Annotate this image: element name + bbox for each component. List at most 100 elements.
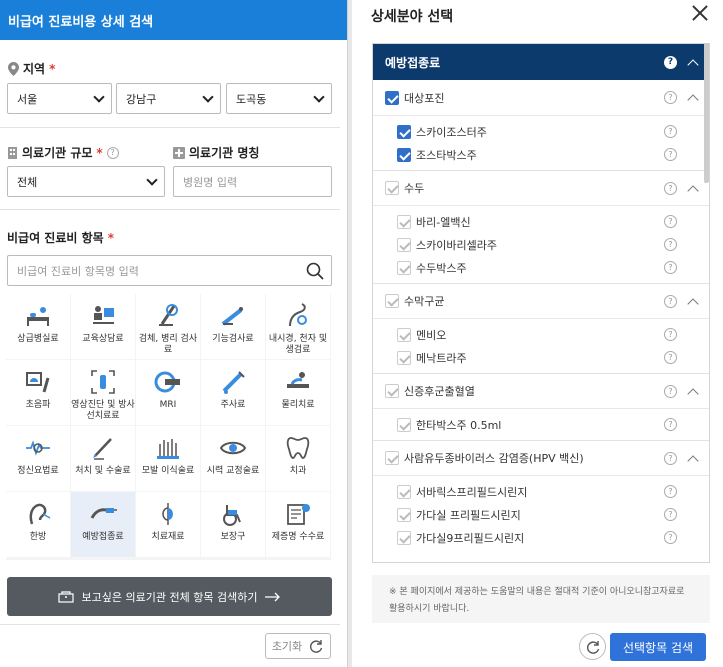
child-row[interactable]: 스카이바리셀라주?	[373, 233, 709, 256]
help-icon[interactable]: ?	[664, 215, 677, 228]
consult-icon	[93, 306, 114, 324]
category-label: 시력 교정술료	[206, 466, 260, 476]
child-row[interactable]: 메낙트라주?	[373, 346, 709, 369]
help-icon[interactable]: ?	[664, 451, 677, 465]
checkbox[interactable]	[385, 90, 399, 105]
help-icon[interactable]: ?	[664, 91, 677, 104]
help-icon[interactable]: ?	[664, 508, 677, 521]
checkbox[interactable]	[397, 260, 411, 275]
category-device[interactable]: 보장구	[201, 492, 265, 557]
child-row[interactable]: 가다실 프리필드시린지?	[373, 503, 709, 526]
category-psychotherapy[interactable]: 정신요법료	[6, 426, 70, 491]
help-icon[interactable]: ?	[664, 485, 677, 498]
category-lab[interactable]: 검체, 병리 검사료	[136, 294, 200, 359]
help-icon[interactable]: ?	[664, 351, 677, 364]
help-icon[interactable]: ?	[106, 146, 119, 159]
group-row[interactable]: 사람유두종바이러스 감염증(HPV 백신)?	[373, 440, 709, 475]
help-icon[interactable]: ?	[664, 261, 677, 274]
checkbox[interactable]	[397, 237, 411, 252]
search-all-button[interactable]: 보고싶은 의료기관 전체 항목 검색하기	[7, 577, 332, 616]
category-hair[interactable]: 모발 이식술료	[136, 426, 200, 491]
checkbox[interactable]	[397, 507, 411, 522]
category-label: 치료재료	[151, 532, 185, 542]
category-dental[interactable]: 치과	[266, 426, 330, 491]
child-label-text: 수두박스주	[416, 261, 467, 275]
close-icon[interactable]	[692, 5, 708, 21]
chevron-up-icon[interactable]	[687, 297, 699, 310]
group-row[interactable]: 수막구균?	[373, 283, 709, 318]
dong-select[interactable]: 도곡동	[226, 83, 332, 114]
checkbox[interactable]	[397, 327, 411, 342]
help-icon[interactable]: ?	[664, 418, 677, 431]
chevron-up-icon[interactable]	[687, 454, 699, 467]
category-vaccine[interactable]: 예방접종료	[71, 492, 135, 557]
group-row[interactable]: 수두?	[373, 170, 709, 205]
help-icon[interactable]: ?	[664, 125, 677, 138]
help-icon[interactable]: ?	[664, 531, 677, 544]
hospital-name-input[interactable]: 병원명 입력	[173, 166, 332, 197]
search-icon[interactable]	[306, 262, 324, 280]
sigungu-select[interactable]: 강남구	[116, 83, 221, 114]
category-material[interactable]: 치료재료	[136, 492, 200, 557]
checkbox[interactable]	[397, 124, 411, 139]
sido-value: 서울	[17, 92, 38, 106]
category-mri[interactable]: MRI	[136, 360, 200, 425]
category-imaging[interactable]: 영상진단 및 방사선치료료	[71, 360, 135, 425]
category-physio[interactable]: 물리치료	[266, 360, 330, 425]
category-syringe[interactable]: 주사료	[201, 360, 265, 425]
help-icon[interactable]: ?	[664, 181, 677, 195]
child-row[interactable]: 바리-엘백신?	[373, 210, 709, 233]
category-bed[interactable]: 상급병실료	[6, 294, 70, 359]
category-oriental[interactable]: 한방	[6, 492, 70, 557]
detail-head[interactable]: 예방접종료 ?	[373, 44, 709, 80]
item-search-input[interactable]: 비급여 진료비 항목명 입력	[7, 255, 332, 286]
help-icon[interactable]: ?	[664, 384, 677, 398]
checkbox[interactable]	[397, 214, 411, 229]
checkbox[interactable]	[397, 147, 411, 162]
chevron-up-icon[interactable]	[687, 387, 699, 400]
eye-icon	[219, 441, 247, 455]
scale-select[interactable]: 전체	[7, 166, 165, 197]
category-surgery[interactable]: 처치 및 수술료	[71, 426, 135, 491]
category-label: 정신요법료	[17, 466, 59, 476]
child-row[interactable]: 수두박스주?	[373, 256, 709, 279]
checkbox[interactable]	[385, 294, 399, 308]
child-row[interactable]: 서바릭스프리필드시린지?	[373, 480, 709, 503]
selected-search-button[interactable]: 선택항목 검색	[610, 633, 706, 661]
category-certificate[interactable]: 제증명 수수료	[266, 492, 330, 557]
refresh-button[interactable]	[579, 633, 606, 660]
help-icon[interactable]: ?	[664, 294, 677, 308]
group-row[interactable]: 대상포진?	[373, 80, 709, 115]
help-icon[interactable]: ?	[664, 55, 677, 69]
child-row[interactable]: 스카이조스터주?	[373, 120, 709, 143]
help-icon[interactable]: ?	[664, 238, 677, 251]
checkbox[interactable]	[397, 417, 411, 432]
checkbox[interactable]	[397, 350, 411, 365]
checkbox[interactable]	[385, 384, 399, 398]
category-ultrasound[interactable]: 초음파	[6, 360, 70, 425]
category-consult[interactable]: 교육상담료	[71, 294, 135, 359]
chevron-up-icon[interactable]	[687, 58, 699, 71]
category-function[interactable]: 기능검사료	[201, 294, 265, 359]
category-label: 한방	[29, 532, 47, 542]
help-icon[interactable]: ?	[664, 148, 677, 161]
chevron-up-icon[interactable]	[687, 94, 699, 106]
sido-select[interactable]: 서울	[7, 83, 112, 114]
checkbox[interactable]	[397, 530, 411, 545]
ultrasound-icon	[26, 372, 50, 393]
checkbox[interactable]	[397, 484, 411, 499]
category-endoscope[interactable]: 내시경, 천자 및 생검료	[266, 294, 330, 359]
group-row[interactable]: 신증후군출혈열?	[373, 373, 709, 408]
child-row[interactable]: 가다실9프리필드시린지?	[373, 526, 709, 549]
scrollbar[interactable]	[704, 43, 709, 183]
child-row[interactable]: 멘비오?	[373, 323, 709, 346]
reset-button[interactable]: 초기화	[265, 633, 331, 659]
child-row[interactable]: 조스타박스주?	[373, 143, 709, 166]
checkbox[interactable]	[385, 451, 399, 465]
chevron-up-icon[interactable]	[687, 184, 699, 197]
category-vision[interactable]: 시력 교정술료	[201, 426, 265, 491]
help-icon[interactable]: ?	[664, 328, 677, 341]
checkbox[interactable]	[385, 181, 399, 195]
child-row[interactable]: 한타박스주 0.5ml?	[373, 413, 709, 436]
category-label: 상급병실료	[17, 334, 59, 344]
